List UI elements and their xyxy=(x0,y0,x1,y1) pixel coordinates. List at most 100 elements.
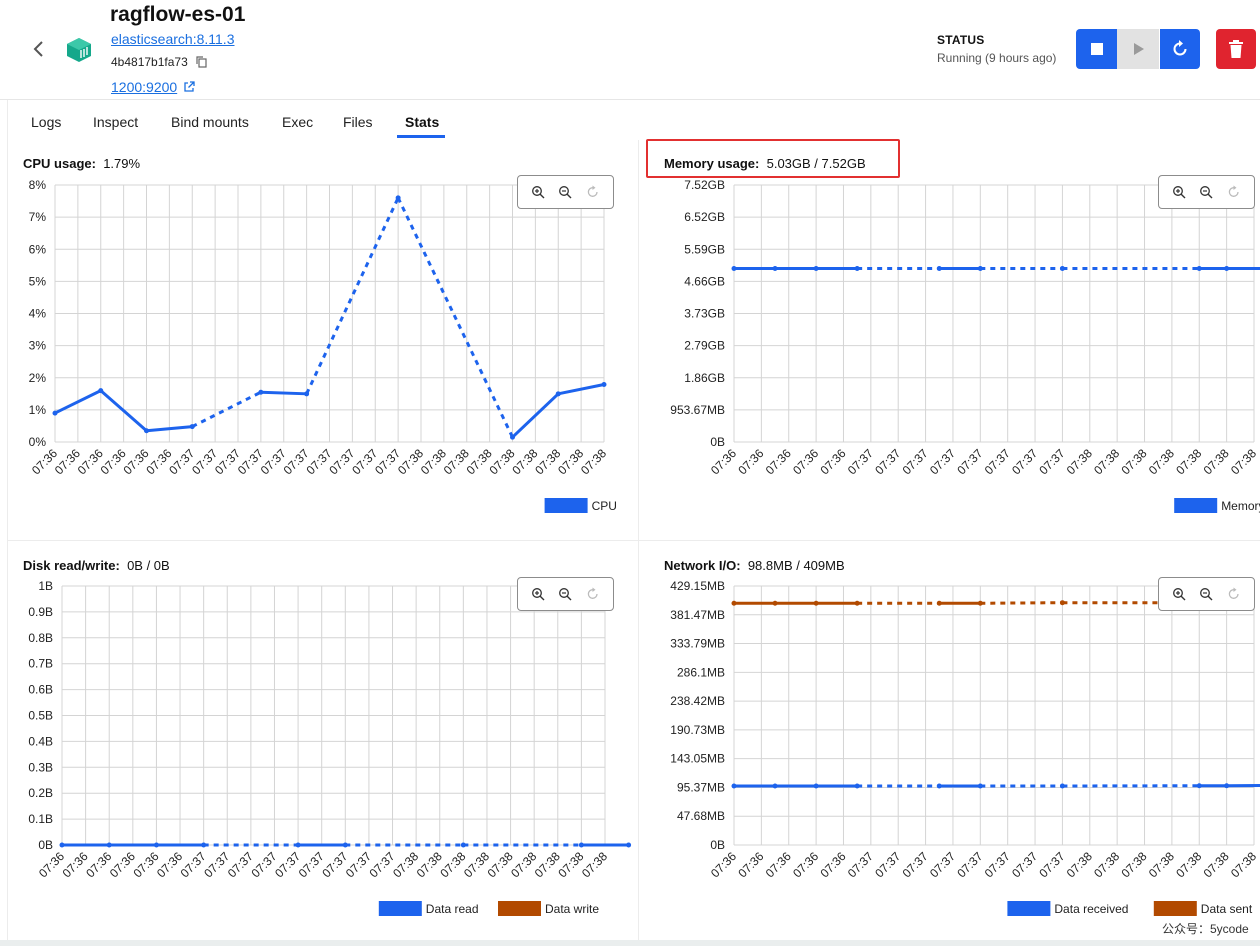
disk-xtick-label: 07:38 xyxy=(555,849,586,880)
disk-xtick-label: 07:37 xyxy=(248,849,279,880)
disk-ytick-label: 0B xyxy=(38,838,53,852)
disk-xtick-label: 07:38 xyxy=(437,849,468,880)
disk-xtick-label: 07:37 xyxy=(367,849,398,880)
cpu-xtick-label: 07:36 xyxy=(98,446,129,477)
zoom-out-icon xyxy=(1200,186,1213,199)
memory-xtick-label: 07:38 xyxy=(1064,446,1095,477)
back-button[interactable] xyxy=(28,38,50,60)
disk-title-label: Disk read/write: xyxy=(23,558,120,573)
disk-xtick-label: 07:36 xyxy=(83,849,114,880)
memory-xtick-label: 07:36 xyxy=(790,446,821,477)
zoom-in-icon xyxy=(531,186,545,199)
memory-legend-swatch xyxy=(1174,498,1218,513)
tab-stats[interactable]: Stats xyxy=(405,114,439,130)
disk-ytick-label: 0.2B xyxy=(28,786,53,800)
cpu-ytick-label: 7% xyxy=(29,210,47,224)
network-title-value: 98.8MB / 409MB xyxy=(747,558,845,573)
memory-xtick-label: 07:36 xyxy=(817,446,848,477)
network-data-point xyxy=(977,783,983,789)
network-ytick-label: 286.1MB xyxy=(677,665,725,679)
network-ytick-label: 143.05MB xyxy=(670,752,725,766)
network-zoom-out-button[interactable] xyxy=(1197,585,1215,603)
status-value: Running (9 hours ago) xyxy=(937,51,1057,65)
network-ytick-label: 429.15MB xyxy=(670,579,725,593)
cpu-xtick-label: 07:37 xyxy=(166,446,197,477)
memory-ytick-label: 953.67MB xyxy=(670,403,725,417)
cpu-xtick-label: 07:37 xyxy=(326,446,357,477)
network-zoom-in-button[interactable] xyxy=(1170,585,1188,603)
stop-button[interactable] xyxy=(1076,29,1117,69)
disk-ytick-label: 0.1B xyxy=(28,812,53,826)
start-button[interactable] xyxy=(1117,29,1159,69)
cpu-xtick-label: 07:38 xyxy=(486,446,517,477)
disk-reset-zoom-button[interactable] xyxy=(584,585,602,603)
disk-zoom-out-button[interactable] xyxy=(556,585,574,603)
network-title-label: Network I/O: xyxy=(664,558,741,573)
network-data-point xyxy=(731,783,737,789)
network-reset-zoom-button[interactable] xyxy=(1225,585,1243,603)
cpu-data-point xyxy=(98,388,104,394)
memory-data-point xyxy=(813,266,819,272)
disk-data-point xyxy=(106,842,112,848)
cpu-zoom-out-button[interactable] xyxy=(556,183,574,201)
memory-xtick-label: 07:36 xyxy=(735,446,766,477)
memory-xtick-label: 07:36 xyxy=(763,446,794,477)
cpu-zoom-in-button[interactable] xyxy=(529,183,547,201)
container-id-text: 4b4817b1fa73 xyxy=(111,55,188,69)
network-xtick-label: 07:36 xyxy=(817,849,848,880)
cpu-xtick-label: 07:37 xyxy=(372,446,403,477)
panel-divider-horizontal xyxy=(8,540,1260,541)
port-link[interactable]: 1200:9200 xyxy=(111,79,195,95)
disk-zoom-controls xyxy=(517,577,614,611)
disk-xtick-label: 07:38 xyxy=(461,849,492,880)
external-link-icon[interactable] xyxy=(183,81,195,93)
network-data-point xyxy=(772,600,778,606)
tab-exec[interactable]: Exec xyxy=(282,114,313,130)
memory-xtick-label: 07:37 xyxy=(900,446,931,477)
disk-zoom-in-button[interactable] xyxy=(529,585,547,603)
delete-button[interactable] xyxy=(1216,29,1256,69)
network-xtick-label: 07:36 xyxy=(790,849,821,880)
cpu-xtick-label: 07:38 xyxy=(509,446,540,477)
memory-reset-zoom-button[interactable] xyxy=(1225,183,1243,201)
disk-data-point xyxy=(295,842,301,848)
memory-zoom-out-button[interactable] xyxy=(1197,183,1215,201)
network-xtick-label: 07:37 xyxy=(1036,849,1067,880)
disk-chart: 0B 0.1B 0.2B 0.3B 0.4B 0.5B 0.6B 0.7B 0.8B 0.9B 1B… xyxy=(28,579,632,916)
container-header: ragflow-es-01 elasticsearch:8.11.3 4b481… xyxy=(0,0,1260,100)
port-text[interactable]: 1200:9200 xyxy=(111,79,177,95)
memory-xtick-label: 07:37 xyxy=(1009,446,1040,477)
network-xtick-label: 07:38 xyxy=(1146,849,1177,880)
disk-title: Disk read/write: 0B / 0B xyxy=(23,558,170,573)
disk-ytick-label: 0.9B xyxy=(28,605,53,619)
chevron-left-icon xyxy=(33,41,43,57)
tab-bar: Logs Inspect Bind mounts Exec Files Stat… xyxy=(0,104,1260,140)
copy-icon[interactable] xyxy=(196,56,207,68)
memory-xtick-label: 07:38 xyxy=(1228,446,1259,477)
tab-files[interactable]: Files xyxy=(343,114,373,130)
tab-inspect[interactable]: Inspect xyxy=(93,114,138,130)
image-link[interactable]: elasticsearch:8.11.3 xyxy=(111,31,234,47)
cpu-ytick-label: 1% xyxy=(29,403,47,417)
network-data-point xyxy=(936,783,942,789)
tab-logs[interactable]: Logs xyxy=(31,114,61,130)
cpu-title: CPU usage: 1.79% xyxy=(23,156,140,171)
cpu-reset-zoom-button[interactable] xyxy=(584,183,602,201)
trash-icon xyxy=(1229,40,1243,58)
tab-bind-mounts[interactable]: Bind mounts xyxy=(171,114,249,130)
network-legend-label: Data sent xyxy=(1201,902,1253,916)
network-ytick-label: 95.37MB xyxy=(677,780,725,794)
status-block: STATUS Running (9 hours ago) xyxy=(937,33,1056,65)
disk-ytick-label: 0.7B xyxy=(28,657,53,671)
cpu-series-segment xyxy=(146,425,193,433)
memory-xtick-label: 07:38 xyxy=(1146,446,1177,477)
container-name: ragflow-es-01 xyxy=(110,3,246,26)
disk-xtick-label: 07:37 xyxy=(343,849,374,880)
cpu-chart: 0%1%2%3%4%5%6%7%8%07:3607:3607:3607:3607… xyxy=(29,178,617,513)
restart-button[interactable] xyxy=(1160,29,1200,69)
network-xtick-label: 07:37 xyxy=(982,849,1013,880)
stop-icon xyxy=(1090,43,1103,55)
memory-zoom-in-button[interactable] xyxy=(1170,183,1188,201)
cpu-title-label: CPU usage: xyxy=(23,156,96,171)
disk-data-point xyxy=(201,842,207,848)
